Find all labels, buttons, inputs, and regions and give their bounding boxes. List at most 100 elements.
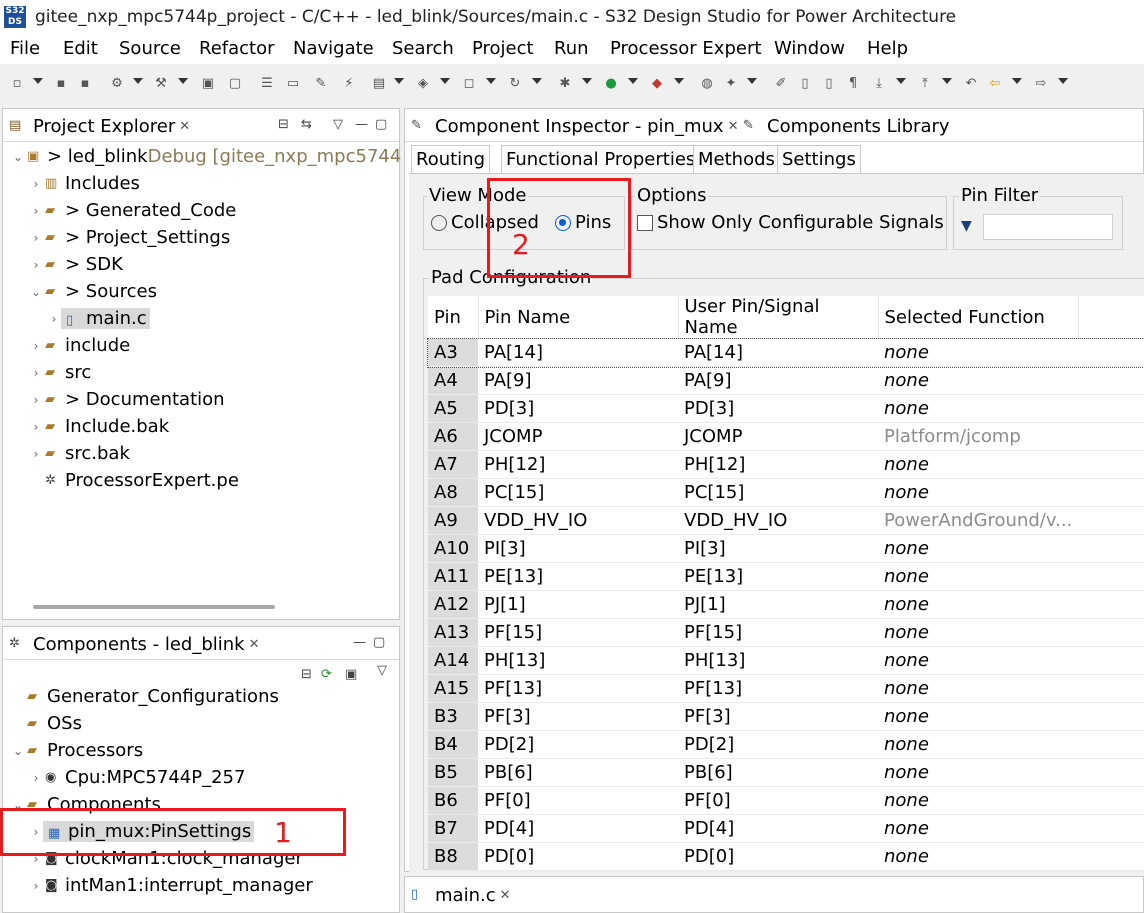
chevron-right-icon[interactable]: ›: [29, 258, 43, 272]
collapse-all-icon[interactable]: ⊟: [301, 667, 312, 682]
tree-item-generated-code[interactable]: › ▰ > Generated_Code: [29, 197, 237, 224]
save-icon[interactable]: ▪: [52, 75, 70, 93]
table-row[interactable]: A6 JCOMP JCOMP Platform/jcomp: [428, 422, 1144, 451]
run-icon[interactable]: ●: [602, 75, 620, 93]
build-dropdown-icon[interactable]: [178, 78, 188, 84]
tree-item-cpu[interactable]: › ◉ Cpu:MPC5744P_257: [29, 764, 246, 791]
back-icon[interactable]: ⇦: [986, 75, 1004, 93]
tree-item-processor-expert-pe[interactable]: ✲ ProcessorExpert.pe: [29, 467, 239, 494]
debug-dropdown-icon[interactable]: [133, 78, 143, 84]
menu-source[interactable]: Source: [119, 38, 181, 59]
table-row[interactable]: A3 PA[14] PA[14] none: [427, 337, 1144, 368]
table-row[interactable]: B3 PF[3] PF[3] none: [428, 702, 1144, 731]
table-row[interactable]: B4 PD[2] PD[2] none: [428, 730, 1144, 759]
tab-main-c[interactable]: ▯ main.c ✕: [409, 882, 511, 908]
next-annotation-dropdown-icon[interactable]: [896, 78, 906, 84]
column-header-pin-name[interactable]: Pin Name: [478, 296, 679, 339]
subtab-methods[interactable]: Methods: [693, 145, 780, 174]
table-row[interactable]: A15 PF[13] PF[13] none: [428, 674, 1144, 703]
new-class-dropdown-icon[interactable]: [486, 78, 496, 84]
chevron-right-icon[interactable]: ›: [29, 366, 43, 380]
collapse-all-icon[interactable]: ⊟: [278, 117, 289, 132]
close-icon[interactable]: ✕: [500, 888, 511, 903]
menu-refactor[interactable]: Refactor: [199, 38, 275, 59]
forward-icon[interactable]: ⇨: [1032, 75, 1050, 93]
doc-icon[interactable]: ▯: [820, 75, 838, 93]
table-row[interactable]: A14 PH[13] PH[13] none: [428, 646, 1144, 675]
menu-navigate[interactable]: Navigate: [293, 38, 374, 59]
chevron-down-icon[interactable]: ⌄: [29, 285, 43, 299]
monitor-icon[interactable]: ▭: [284, 75, 302, 93]
external-tools-icon[interactable]: ▤: [370, 75, 388, 93]
menu-window[interactable]: Window: [774, 38, 845, 59]
chevron-right-icon[interactable]: ›: [47, 312, 61, 326]
tab-components[interactable]: ✲ Components - led_blink ✕: [7, 631, 260, 657]
menu-edit[interactable]: Edit: [63, 38, 98, 59]
debug-run-dropdown-icon[interactable]: [582, 78, 592, 84]
stop-icon[interactable]: ◆: [648, 75, 666, 93]
wand-dropdown-icon[interactable]: [747, 78, 757, 84]
refresh-icon[interactable]: ↻: [506, 75, 524, 93]
table-row[interactable]: A11 PE[13] PE[13] none: [428, 562, 1144, 591]
build-icon[interactable]: ⚒: [152, 75, 170, 93]
new-dropdown-icon[interactable]: [33, 78, 43, 84]
table-row[interactable]: A13 PF[15] PF[15] none: [428, 618, 1144, 647]
minimize-icon[interactable]: —: [355, 117, 368, 132]
chevron-down-icon[interactable]: ⌄: [11, 150, 25, 164]
run-dropdown-icon[interactable]: [628, 78, 638, 84]
view-menu-icon[interactable]: ▽: [377, 663, 387, 678]
table-row[interactable]: A10 PI[3] PI[3] none: [428, 534, 1144, 563]
next-annotation-icon[interactable]: ⤓: [870, 75, 888, 93]
maximize-icon[interactable]: ▢: [375, 117, 387, 132]
subtab-settings[interactable]: Settings: [777, 145, 861, 174]
probe-icon[interactable]: ✎: [312, 75, 330, 93]
close-icon[interactable]: ✕: [179, 119, 190, 134]
chevron-right-icon[interactable]: ›: [29, 879, 43, 893]
build-all-icon[interactable]: ▣: [199, 75, 217, 93]
tab-project-explorer[interactable]: ▤ Project Explorer ✕: [7, 113, 190, 139]
menu-file[interactable]: File: [10, 38, 40, 59]
tab-components-library[interactable]: ✎ Components Library: [741, 113, 950, 139]
table-row[interactable]: B6 PF[0] PF[0] none: [428, 786, 1144, 815]
subtab-routing[interactable]: Routing: [411, 145, 491, 174]
new-icon[interactable]: ▫: [8, 75, 26, 93]
tree-item-sources[interactable]: ⌄ ▰ > Sources: [29, 278, 157, 305]
chevron-right-icon[interactable]: ›: [29, 447, 43, 461]
table-row[interactable]: B8 PD[0] PD[0] none: [428, 842, 1144, 871]
view-icon[interactable]: ▯: [796, 75, 814, 93]
chevron-right-icon[interactable]: ›: [29, 339, 43, 353]
open-type-dropdown-icon[interactable]: [440, 78, 450, 84]
radio-collapsed-icon[interactable]: [431, 215, 447, 231]
prev-annotation-dropdown-icon[interactable]: [942, 78, 952, 84]
tree-item-oss[interactable]: ▰ OSs: [11, 710, 82, 737]
table-row[interactable]: A4 PA[9] PA[9] none: [428, 366, 1144, 395]
package-icon[interactable]: ◍: [698, 75, 716, 93]
menu-help[interactable]: Help: [867, 38, 908, 59]
tree-item-project-settings[interactable]: › ▰ > Project_Settings: [29, 224, 231, 251]
tree-item-src[interactable]: › ▰ src: [29, 359, 92, 386]
last-edit-icon[interactable]: ↶: [962, 75, 980, 93]
wand-icon[interactable]: ✦: [722, 75, 740, 93]
menu-search[interactable]: Search: [392, 38, 454, 59]
paragraph-icon[interactable]: ¶: [844, 75, 862, 93]
debug-settings-icon[interactable]: ⚙: [108, 75, 126, 93]
prev-annotation-icon[interactable]: ⤒: [916, 75, 934, 93]
table-row[interactable]: A12 PJ[1] PJ[1] none: [428, 590, 1144, 619]
table-row[interactable]: B7 PD[4] PD[4] none: [428, 814, 1144, 843]
tree-item-main-c[interactable]: › ▯ main.c: [47, 305, 150, 332]
checkbox-icon[interactable]: [637, 215, 653, 231]
close-icon[interactable]: ✕: [249, 637, 260, 652]
maximize-icon[interactable]: ▢: [373, 635, 385, 650]
chevron-down-icon[interactable]: ⌄: [11, 744, 25, 758]
tree-item-documentation[interactable]: › ▰ > Documentation: [29, 386, 225, 413]
new-class-icon[interactable]: ◻: [460, 75, 478, 93]
save-all-icon[interactable]: ▪: [76, 75, 94, 93]
tree-item-generator-configurations[interactable]: ▰ Generator_Configurations: [11, 683, 279, 710]
flash-icon[interactable]: ⚡: [340, 75, 358, 93]
close-icon[interactable]: ✕: [728, 119, 739, 134]
debug-icon[interactable]: ✱: [556, 75, 574, 93]
view-menu-icon[interactable]: ▽: [333, 117, 343, 132]
pen-icon[interactable]: ✐: [772, 75, 790, 93]
pin-filter-input[interactable]: [983, 214, 1113, 240]
console-icon[interactable]: ☰: [258, 75, 276, 93]
